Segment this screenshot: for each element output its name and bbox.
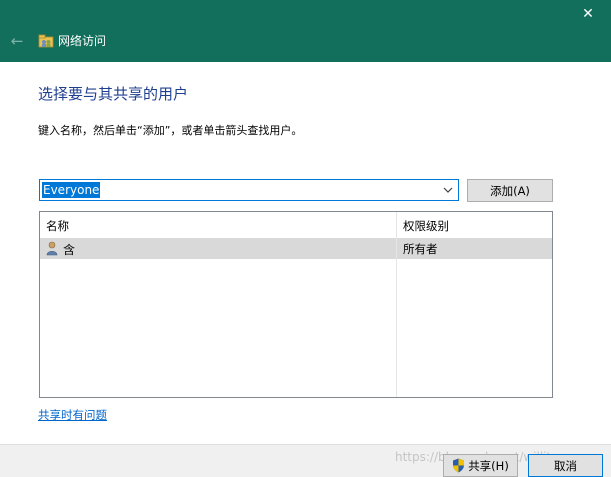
footer-bar (0, 444, 611, 477)
instruction-text: 键入名称，然后单击“添加”，或者单击箭头查找用户。 (38, 124, 303, 137)
add-button[interactable]: 添加(A) (467, 179, 553, 202)
uac-shield-icon (453, 458, 465, 473)
sharing-help-link[interactable]: 共享时有问题 (38, 407, 107, 423)
back-button[interactable]: ← (6, 31, 28, 51)
user-name-combobox[interactable]: Everyone (39, 179, 459, 201)
close-button[interactable]: ✕ (571, 0, 605, 28)
network-folder-icon (38, 34, 54, 48)
network-access-window: ✕ ← 网络访问 选择要与其共享的用户 键入名称，然后单击“添加”，或者单击箭头… (0, 0, 611, 477)
user-name-input[interactable]: Everyone (42, 182, 101, 198)
share-button[interactable]: 共享(H) (443, 454, 518, 477)
cancel-button[interactable]: 取消 (528, 454, 603, 477)
share-button-label: 共享(H) (468, 458, 509, 473)
page-heading: 选择要与其共享的用户 (38, 85, 189, 103)
back-arrow-icon: ← (10, 32, 24, 50)
user-icon (46, 241, 58, 256)
list-header: 名称 权限级别 (40, 212, 552, 239)
window-title: 网络访问 (58, 34, 107, 48)
close-icon: ✕ (582, 6, 594, 22)
column-header-permission[interactable]: 权限级别 (403, 218, 449, 234)
list-item[interactable]: 含 所有者 (40, 238, 552, 259)
user-list[interactable]: 名称 权限级别 含 所有者 (39, 211, 553, 398)
permission-level[interactable]: 所有者 (403, 241, 438, 257)
user-name: 含 (63, 243, 76, 257)
title-bar: ✕ ← 网络访问 (0, 0, 611, 62)
chevron-down-icon[interactable] (442, 183, 454, 197)
column-header-name[interactable]: 名称 (46, 218, 69, 234)
column-divider (396, 212, 397, 397)
